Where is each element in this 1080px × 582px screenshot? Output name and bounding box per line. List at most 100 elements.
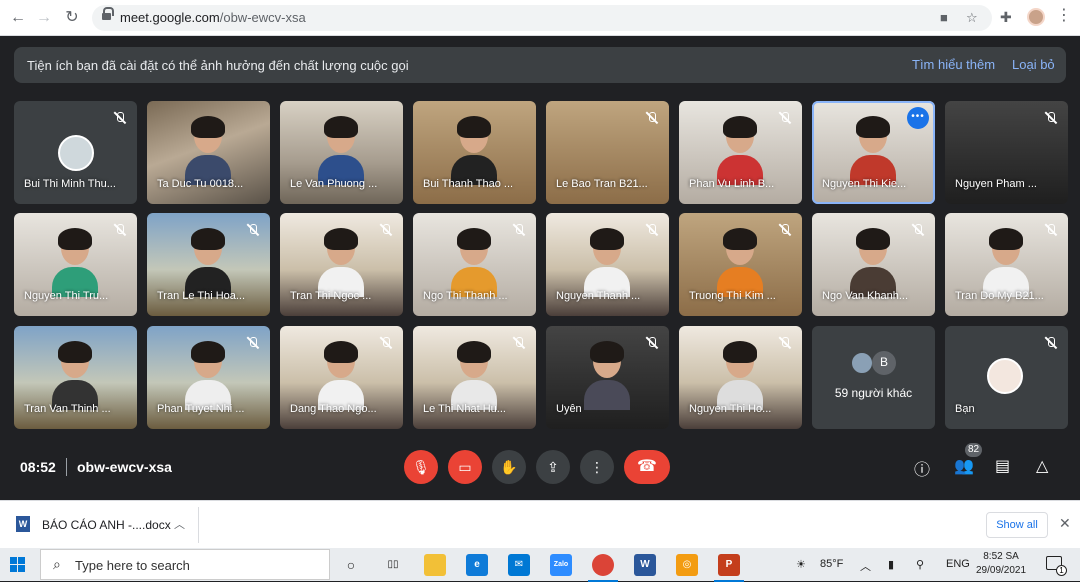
divider xyxy=(66,458,67,476)
mail-icon[interactable]: ✉ xyxy=(508,554,530,576)
video-feed xyxy=(52,228,98,297)
participant-tile[interactable]: Tran Le Thi Hoa... xyxy=(147,213,270,316)
participant-tile[interactable]: Nguyen Thi Ho... xyxy=(679,326,802,429)
forward-icon[interactable]: → xyxy=(34,8,54,28)
mic-off-icon xyxy=(778,111,792,125)
leave-call-button[interactable]: ☎ xyxy=(624,450,670,484)
participant-tile[interactable]: Uyên xyxy=(546,326,669,429)
present-button[interactable]: ⇪ xyxy=(536,450,570,484)
word-icon[interactable]: W xyxy=(634,554,656,576)
camera-toggle-button[interactable]: ▭ xyxy=(448,450,482,484)
participant-name: Phan Tuyet Nhi ... xyxy=(157,403,245,415)
dismiss-link[interactable]: Loại bỏ xyxy=(1012,57,1055,72)
network-icon[interactable]: ⚲ xyxy=(916,558,924,571)
participant-tile[interactable]: Le Van Phuong ... xyxy=(280,101,403,204)
reload-icon[interactable]: ↻ xyxy=(62,8,82,28)
self-tile[interactable]: Bạn xyxy=(945,326,1068,429)
taskbar-search-box[interactable]: ⌕ Type here to search xyxy=(40,549,330,580)
raise-hand-button[interactable]: ✋ xyxy=(492,450,526,484)
chrome-icon[interactable] xyxy=(588,554,618,582)
participant-tile[interactable]: Nguyen Thi Tru... xyxy=(14,213,137,316)
cortana-icon[interactable]: ○ xyxy=(340,554,362,576)
participant-tile[interactable]: Nguyen Thanh ... xyxy=(546,213,669,316)
participant-tile[interactable]: Nguyen Pham ... xyxy=(945,101,1068,204)
participant-tile[interactable]: Bui Thanh Thao ... xyxy=(413,101,536,204)
avatar xyxy=(850,351,874,375)
video-feed xyxy=(717,228,763,297)
close-icon[interactable]: ✕ xyxy=(1059,515,1071,532)
participant-name: Ta Duc Tu 0018... xyxy=(157,178,244,190)
more-options-button[interactable]: ⋮ xyxy=(580,450,614,484)
zalo-icon[interactable]: Zalo xyxy=(550,554,572,576)
weather-icon[interactable]: ☀ xyxy=(796,558,806,571)
participant-tile[interactable]: Phan Vu Linh B... xyxy=(679,101,802,204)
hand-icon: ✋ xyxy=(500,459,518,475)
phone-hangup-icon: ☎ xyxy=(637,458,657,475)
participant-name: Bui Thi Minh Thu... xyxy=(24,178,116,190)
participant-tile[interactable]: Bui Thi Minh Thu... xyxy=(14,101,137,204)
participant-tile[interactable]: ••• Nguyen Thi Kie... xyxy=(812,101,935,204)
phone-icon[interactable]: ▮ xyxy=(888,558,894,571)
video-feed xyxy=(584,341,630,410)
mic-off-icon xyxy=(1044,336,1058,350)
chat-icon[interactable]: ▤ xyxy=(995,456,1010,476)
chevron-up-icon[interactable]: ︿ xyxy=(174,516,185,532)
people-icon[interactable]: 👥 xyxy=(954,456,974,476)
participant-tile[interactable]: Dang Thao Ngo... xyxy=(280,326,403,429)
participant-tile[interactable]: Tran Thi Ngoc ... xyxy=(280,213,403,316)
learn-more-link[interactable]: Tìm hiểu thêm xyxy=(912,57,995,72)
address-bar[interactable]: meet.google.com/obw-ewcv-xsa ■ ☆ xyxy=(92,5,992,31)
participant-name: Tran Van Thinh ... xyxy=(24,403,111,415)
mic-toggle-button[interactable]: 🎙 xyxy=(404,450,438,484)
word-file-icon: W xyxy=(16,516,30,532)
chevron-up-icon[interactable]: ︿ xyxy=(860,558,871,574)
participant-name: Bui Thanh Thao ... xyxy=(423,178,514,190)
edge-icon[interactable]: e xyxy=(466,554,488,576)
mic-off-icon xyxy=(113,223,127,237)
clock-date: 29/09/2021 xyxy=(976,565,1027,576)
activities-icon[interactable]: △ xyxy=(1036,456,1048,476)
participant-tile[interactable]: Ngo Van Khanh... xyxy=(812,213,935,316)
video-feed xyxy=(185,341,231,410)
show-all-button[interactable]: Show all xyxy=(986,512,1048,538)
info-icon[interactable]: ⓘ xyxy=(914,456,930,480)
mic-off-icon xyxy=(379,336,393,350)
app-icon[interactable]: ◎ xyxy=(676,554,698,576)
participant-tile[interactable]: Tran Do My B21... xyxy=(945,213,1068,316)
participant-tile[interactable]: Phan Tuyet Nhi ... xyxy=(147,326,270,429)
download-file-name[interactable]: BÁO CÁO ANH -....docx xyxy=(42,518,171,532)
powerpoint-icon[interactable]: P xyxy=(714,554,744,582)
participant-name: Le Bao Tran B21... xyxy=(556,178,648,190)
taskbar-clock[interactable]: 8:52 SA 29/09/2021 xyxy=(976,550,1026,578)
search-icon: ⌕ xyxy=(53,556,61,572)
video-feed xyxy=(318,228,364,297)
camera-icon[interactable]: ■ xyxy=(940,10,948,25)
participant-tile[interactable]: Le Bao Tran B21... xyxy=(546,101,669,204)
participant-name: Nguyen Thi Kie... xyxy=(822,178,907,190)
participant-tile[interactable]: Tran Van Thinh ... xyxy=(14,326,137,429)
file-explorer-icon[interactable] xyxy=(424,554,446,576)
language-indicator[interactable]: ENG xyxy=(946,558,970,570)
participant-tile[interactable]: Ta Duc Tu 0018... xyxy=(147,101,270,204)
extensions-icon[interactable]: ✚ xyxy=(1000,9,1012,26)
lock-icon[interactable] xyxy=(102,7,114,21)
participant-tile[interactable]: Ngo Thi Thanh ... xyxy=(413,213,536,316)
profile-avatar[interactable] xyxy=(1027,8,1045,26)
mic-off-icon xyxy=(911,223,925,237)
search-placeholder: Type here to search xyxy=(75,558,190,573)
others-tile[interactable]: B 59 người khác xyxy=(812,326,935,429)
participant-name: Nguyen Pham ... xyxy=(955,178,1037,190)
task-view-icon[interactable]: ▯▯ xyxy=(382,554,404,576)
video-feed xyxy=(451,228,497,297)
back-icon[interactable]: ← xyxy=(8,8,28,28)
participant-name: Truong Thi Kim ... xyxy=(689,290,776,302)
browser-menu-icon[interactable]: ⋮ xyxy=(1056,8,1072,24)
weather-temp[interactable]: 85°F xyxy=(820,558,843,570)
meeting-code: obw-ewcv-xsa xyxy=(77,459,172,475)
participant-tile[interactable]: Le Thi Nhat Hu... xyxy=(413,326,536,429)
bookmark-star-icon[interactable]: ☆ xyxy=(966,10,978,26)
more-options-icon[interactable]: ••• xyxy=(907,107,929,129)
windows-start-icon[interactable] xyxy=(10,557,26,573)
url-text: meet.google.com/obw-ewcv-xsa xyxy=(120,10,306,25)
participant-tile[interactable]: Truong Thi Kim ... xyxy=(679,213,802,316)
